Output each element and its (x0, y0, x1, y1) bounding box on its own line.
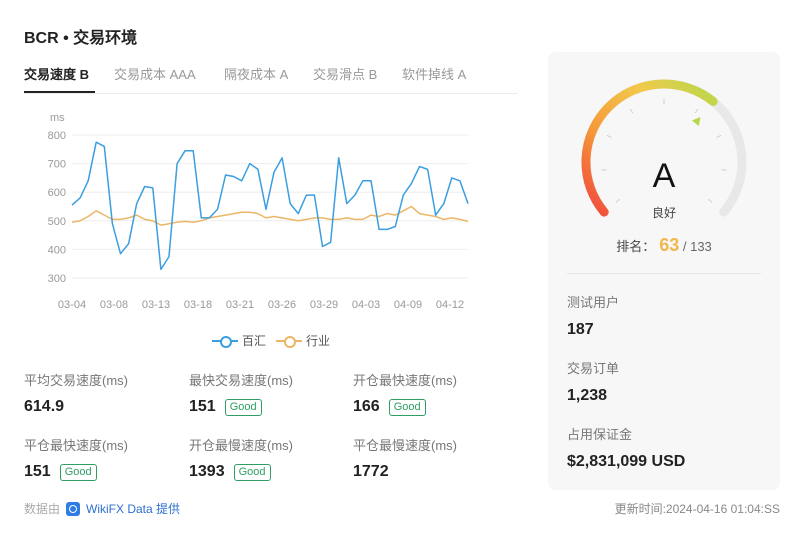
wikifx-data-link[interactable]: WikiFX Data 提供 (86, 500, 180, 517)
brand-name: WikiFX Data (86, 502, 153, 516)
tab-trade-speed[interactable]: 交易速度 B (24, 64, 89, 83)
status-badge: Good (59, 463, 97, 481)
tab-disconnect[interactable]: 软件掉线 A (402, 64, 466, 83)
tab-slippage[interactable]: 交易滑点 B (313, 64, 377, 83)
y-tick-label: 400 (48, 244, 66, 256)
rating-grade: A (652, 157, 676, 195)
stat-label: 开仓最快速度(ms) (353, 373, 457, 388)
margin-used: 占用保证金 $2,831,099 USD (567, 424, 685, 471)
score-panel: A 良好 排名： 63 / 133 测试用户 187 交易订单 1,238 占用保… (548, 52, 780, 490)
y-tick-label: 500 (48, 216, 66, 228)
speed-chart: ms 800 700 600 500 400 300 03-04 03-08 03-13 03-18… (24, 105, 494, 330)
page-title: BCR • 交易环境 (24, 30, 138, 47)
legend-item-broker[interactable]: 百汇 (212, 332, 266, 349)
x-tick-label: 04-12 (436, 299, 464, 311)
stat-value: 1393 (189, 463, 225, 480)
rank: 排名： 63 / 133 (548, 235, 780, 256)
legend-swatch-industry (276, 335, 302, 348)
x-tick-label: 04-03 (352, 299, 380, 311)
chart-legend: 百汇 行业 (0, 332, 540, 350)
rank-number: 63 (659, 235, 680, 255)
legend-swatch-broker (212, 335, 238, 348)
stat-value: 614.9 (24, 398, 65, 415)
legend-label-industry: 行业 (306, 334, 331, 348)
series-line (71, 205, 469, 226)
status-badge: Good (224, 398, 262, 416)
x-tick-label: 03-13 (142, 299, 170, 311)
stat-value: 1772 (353, 463, 389, 480)
stat-value: 166 (353, 398, 380, 415)
gauge-tick (694, 108, 699, 114)
update-time: 更新时间:2024-04-16 01:04:SS (614, 502, 780, 516)
status-badge: Good (388, 398, 426, 416)
stat-label: 平仓最快速度(ms) (24, 438, 128, 453)
tab-overnight-cost[interactable]: 隔夜成本 A (224, 64, 288, 83)
stat-open-fastest: 开仓最快速度(ms) 166 Good (353, 370, 457, 416)
data-source-prefix: 数据由 (24, 502, 61, 516)
stat-value: 151 (189, 398, 216, 415)
speed-chart-svg: ms 800 700 600 500 400 300 03-04 03-08 03-13 03-18… (48, 112, 469, 311)
stat-fastest-speed: 最快交易速度(ms) 151 Good (189, 370, 293, 416)
tab-bar: 交易速度 B 交易成本 AAA 隔夜成本 A 交易滑点 B 软件掉线 A (24, 62, 518, 94)
stat-close-slowest: 平仓最慢速度(ms) 1772 (353, 435, 457, 481)
y-tick-label: 600 (48, 187, 66, 199)
stat-label: 开仓最慢速度(ms) (189, 438, 293, 453)
rank-label: 排名： (616, 239, 656, 254)
gauge-tick (629, 108, 634, 114)
gauge-tick (716, 134, 722, 138)
gauge-tick (708, 198, 713, 203)
trade-orders-value: 1,238 (567, 387, 608, 404)
test-users: 测试用户 187 (567, 292, 619, 339)
test-users-label: 测试用户 (567, 295, 620, 310)
stat-close-fastest: 平仓最快速度(ms) 151 Good (24, 435, 128, 481)
rating-text: 良好 (651, 206, 676, 220)
x-tick-label: 03-21 (226, 299, 254, 311)
stat-open-slowest: 开仓最慢速度(ms) 1393 Good (189, 435, 293, 481)
stat-label: 平仓最慢速度(ms) (353, 438, 457, 453)
x-tick-label: 04-09 (394, 299, 422, 311)
legend-label-broker: 百汇 (242, 334, 267, 348)
margin-used-value: $2,831,099 USD (567, 453, 686, 470)
y-tick-label: 800 (48, 130, 66, 142)
y-tick-label: 700 (48, 159, 66, 171)
tab-trade-cost[interactable]: 交易成本 AAA (114, 64, 196, 83)
y-tick-label: 300 (48, 273, 66, 285)
x-tick-label: 03-08 (100, 299, 128, 311)
legend-item-industry[interactable]: 行业 (276, 332, 330, 349)
gauge-tick (606, 134, 612, 138)
y-axis-unit: ms (50, 112, 65, 124)
series-line (71, 141, 469, 271)
x-tick-label: 03-18 (184, 299, 212, 311)
x-tick-label: 03-04 (58, 299, 86, 311)
divider (567, 273, 761, 274)
stat-value: 151 (24, 463, 51, 480)
gauge-tick (615, 198, 620, 203)
trade-orders-label: 交易订单 (567, 361, 620, 376)
gauge-pointer-icon (691, 116, 701, 127)
trade-orders: 交易订单 1,238 (567, 358, 619, 405)
stat-label: 最快交易速度(ms) (189, 373, 293, 388)
stat-label: 平均交易速度(ms) (24, 373, 128, 388)
data-source-suffix: 提供 (156, 502, 181, 516)
rank-total: / 133 (682, 239, 712, 254)
wikifx-logo-icon (66, 501, 81, 516)
stat-avg-speed: 平均交易速度(ms) 614.9 (24, 370, 128, 416)
data-source: 数据由 WikiFX Data 提供 (24, 500, 180, 517)
x-tick-label: 03-29 (310, 299, 338, 311)
active-tab-indicator (24, 91, 95, 93)
margin-used-label: 占用保证金 (567, 427, 633, 442)
test-users-value: 187 (567, 321, 594, 338)
status-badge: Good (233, 463, 271, 481)
x-tick-label: 03-26 (268, 299, 296, 311)
rating-gauge (581, 79, 747, 217)
